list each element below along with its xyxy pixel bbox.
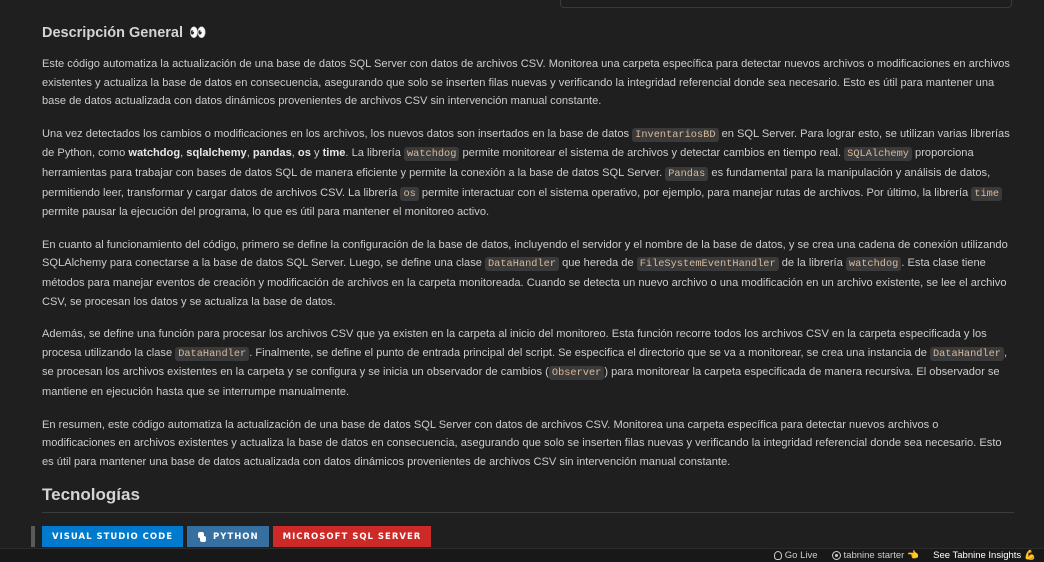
inline-code: watchdog — [403, 147, 460, 162]
inline-code: SQLAlchemy — [844, 147, 912, 162]
inline-code: Pandas — [665, 166, 709, 181]
go-live-button[interactable]: Go Live — [773, 550, 818, 561]
pointing-emoji: 👈 — [907, 550, 920, 561]
inline-code: DataHandler — [175, 346, 250, 361]
eyes-emoji: 👀 — [189, 24, 207, 40]
inline-code: DataHandler — [485, 257, 559, 272]
badge-python[interactable]: PYTHON — [187, 526, 269, 547]
technologies-heading: Tecnologías — [42, 485, 140, 504]
overview-heading-text: Descripción General — [42, 25, 184, 41]
overview-paragraphs: Este código automatiza la actualización … — [42, 55, 1014, 485]
inline-code: InventariosBD — [632, 127, 719, 142]
python-icon — [197, 531, 207, 542]
paragraph-5: En resumen, este código automatiza la ac… — [42, 418, 1002, 468]
broadcast-icon — [773, 551, 782, 560]
inline-code: Observer — [548, 366, 605, 381]
tech-badges: VISUAL STUDIO CODE PYTHON MICROSOFT SQL … — [42, 526, 432, 547]
tabnine-icon — [831, 551, 841, 560]
inline-code: time — [971, 186, 1003, 201]
blockquote-bar — [31, 526, 35, 547]
inline-code: os — [400, 186, 419, 201]
badge-visual-studio-code[interactable]: VISUAL STUDIO CODE — [42, 526, 184, 547]
find-widget-edge — [560, 0, 1012, 8]
inline-code: watchdog — [845, 257, 902, 272]
paragraph-2: Una vez detectados los cambios o modific… — [42, 127, 1010, 219]
tabnine-insights-button[interactable]: See Tabnine Insights 💪 — [933, 550, 1036, 561]
badge-microsoft-sql-server[interactable]: MICROSOFT SQL SERVER — [272, 526, 432, 547]
paragraph-4: Además, se define una función para proce… — [42, 328, 1008, 398]
inline-code: FileSystemEventHandler — [636, 257, 779, 272]
paragraph-3: En cuanto al funcionamiento del código, … — [42, 238, 1008, 308]
overview-heading: Descripción General 👀 — [42, 24, 207, 41]
heading-divider — [42, 512, 1014, 513]
paragraph-1: Este código automatiza la actualización … — [42, 58, 1010, 108]
flexed-biceps-emoji: 💪 — [1024, 550, 1036, 561]
inline-code: DataHandler — [930, 346, 1004, 361]
tabnine-status[interactable]: tabnine starter 👈 — [831, 550, 920, 561]
status-bar: Go Live tabnine starter 👈 See Tabnine In… — [0, 548, 1044, 562]
